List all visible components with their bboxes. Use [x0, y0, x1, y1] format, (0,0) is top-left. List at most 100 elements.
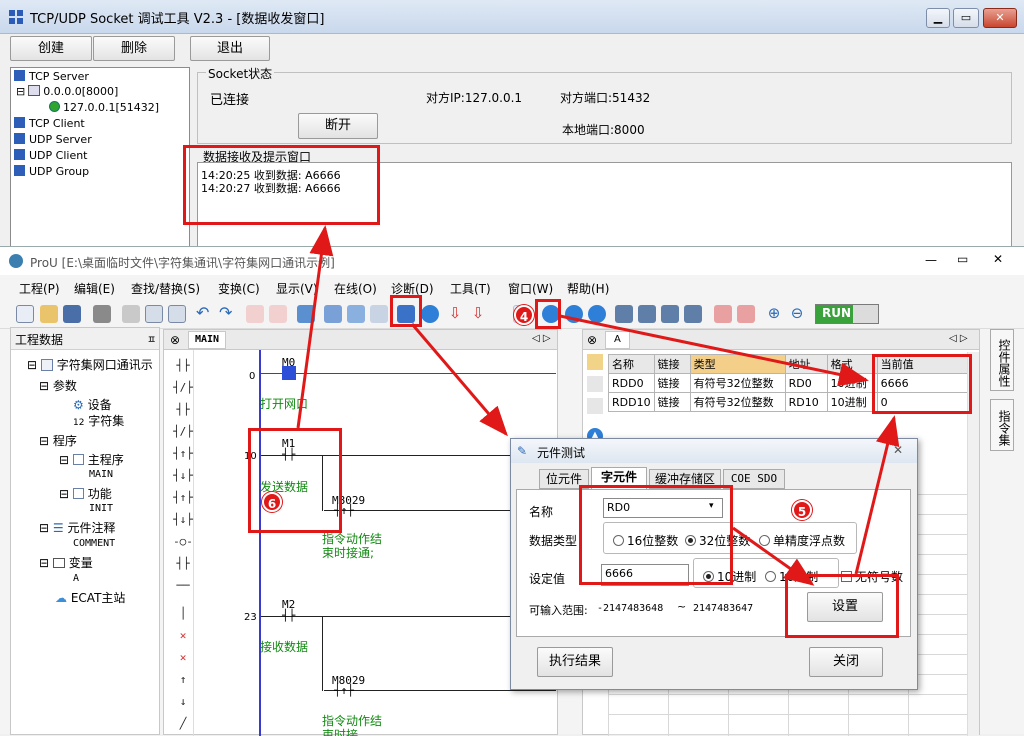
parallel-rise-icon[interactable]: ┤↑├: [172, 491, 194, 504]
tree-item-udp-group[interactable]: UDP Group: [14, 165, 89, 178]
tree-function[interactable]: ⊟ 功能: [59, 485, 112, 502]
tab-control-properties[interactable]: 控件属性: [990, 329, 1014, 391]
run-stop-switch[interactable]: RUN: [815, 304, 879, 324]
rung-delete-icon[interactable]: [638, 305, 656, 323]
redo-icon[interactable]: ↷: [219, 305, 237, 323]
cut-icon[interactable]: [122, 305, 140, 323]
refresh-icon[interactable]: [588, 305, 606, 323]
transfer-icon[interactable]: [297, 305, 315, 323]
tree-ecat[interactable]: ☁ ECAT主站: [55, 589, 125, 606]
tab-monitor-a[interactable]: A: [605, 331, 630, 349]
close-icon[interactable]: ⊗: [170, 333, 180, 347]
undo-icon[interactable]: ↶: [196, 305, 214, 323]
radio-float[interactable]: 单精度浮点数: [759, 532, 845, 549]
block-edit-icon[interactable]: [737, 305, 755, 323]
pin-icon[interactable]: ㅍ: [147, 331, 156, 346]
close-icon[interactable]: ✕: [893, 443, 903, 457]
stop-icon[interactable]: [565, 305, 583, 323]
tree-item-udp-client[interactable]: UDP Client: [14, 149, 88, 162]
maximize-button[interactable]: ▭: [957, 252, 968, 266]
menu-project[interactable]: 工程(P): [19, 280, 60, 297]
no-contact-icon[interactable]: ┤├: [172, 359, 194, 372]
pause-icon[interactable]: [421, 305, 439, 323]
tree-item-udp-server[interactable]: UDP Server: [14, 133, 92, 146]
fall-icon[interactable]: ↓: [172, 695, 194, 708]
device-search-icon[interactable]: [246, 305, 264, 323]
parallel-nc-icon[interactable]: ┤/├: [172, 425, 194, 438]
tree-charset[interactable]: 12 字符集: [73, 412, 124, 429]
close-icon[interactable]: ⊗: [587, 333, 597, 347]
tree-item-client-conn[interactable]: 127.0.0.1[51432]: [49, 101, 159, 114]
upload-icon[interactable]: ⇩: [469, 305, 487, 323]
zoom-in-icon[interactable]: ⊕: [765, 305, 783, 323]
window-icon[interactable]: [370, 305, 388, 323]
parallel-fall-icon[interactable]: ┤↓├: [172, 513, 194, 526]
tab-main[interactable]: MAIN: [188, 331, 227, 349]
menu-view[interactable]: 显示(V): [276, 280, 318, 297]
menu-online[interactable]: 在线(O): [334, 280, 377, 297]
print-icon[interactable]: [93, 305, 111, 323]
tab-scroll-icon[interactable]: ◁ ▷: [949, 333, 968, 344]
parallel-contact-icon[interactable]: ┤├: [172, 403, 194, 416]
replace-icon[interactable]: [269, 305, 287, 323]
tree-item-tcp-client[interactable]: TCP Client: [14, 117, 85, 130]
column-insert-icon[interactable]: [661, 305, 679, 323]
layout-icon[interactable]: [347, 305, 365, 323]
exec-result-button[interactable]: 执行结果: [537, 647, 613, 677]
delete-button[interactable]: 删除: [93, 36, 175, 61]
compile-icon[interactable]: [324, 305, 342, 323]
menu-find[interactable]: 查找/替换(S): [131, 280, 200, 297]
instruction-icon[interactable]: ┤├: [172, 557, 194, 570]
tree-var-a[interactable]: A: [73, 573, 79, 584]
tree-variable[interactable]: ⊟ 变量: [39, 554, 93, 571]
contact-m0[interactable]: [282, 366, 296, 380]
close-button[interactable]: 关闭: [809, 647, 883, 677]
open-icon[interactable]: [40, 305, 58, 323]
minimize-button[interactable]: —: [925, 253, 937, 267]
tree-element-comment[interactable]: ⊟ ☰ 元件注释: [39, 519, 115, 536]
delete-vline-icon[interactable]: ✕: [172, 651, 194, 664]
hline-icon[interactable]: ──: [172, 579, 194, 592]
close-button[interactable]: ✕: [993, 252, 1003, 266]
minimize-button[interactable]: ▁: [926, 8, 950, 28]
vline-icon[interactable]: │: [172, 607, 194, 620]
delete-icon[interactable]: [587, 376, 603, 392]
tree-params[interactable]: ⊟ 参数: [39, 377, 77, 394]
maximize-button[interactable]: ▭: [953, 8, 979, 28]
tree-main[interactable]: MAIN: [89, 469, 113, 480]
tree-device[interactable]: ⚙ 设备: [73, 396, 112, 413]
menu-window[interactable]: 窗口(W): [508, 280, 553, 297]
exit-button[interactable]: 退出: [190, 36, 270, 61]
contact-m2[interactable]: ┤├: [282, 609, 295, 622]
tab-scroll-icon[interactable]: ◁ ▷: [532, 333, 551, 344]
coil-icon[interactable]: -○-: [172, 535, 194, 548]
create-button[interactable]: 创建: [10, 36, 92, 61]
new-icon[interactable]: [16, 305, 34, 323]
nc-contact-icon[interactable]: ┤/├: [172, 381, 194, 394]
tree-item-server-addr[interactable]: ⊟ 0.0.0.0[8000]: [16, 85, 118, 98]
tree-init[interactable]: INIT: [89, 503, 113, 514]
rise-icon[interactable]: ↑: [172, 673, 194, 686]
tree-item-tcp-server[interactable]: TCP Server: [14, 70, 89, 83]
delete-hline-icon[interactable]: ✕: [172, 629, 194, 642]
paste-icon[interactable]: [168, 305, 186, 323]
column-delete-icon[interactable]: [684, 305, 702, 323]
menu-tools[interactable]: 工具(T): [450, 280, 491, 297]
copy-icon[interactable]: [145, 305, 163, 323]
tab-instruction-set[interactable]: 指令集: [990, 399, 1014, 451]
edit-icon[interactable]: [587, 398, 603, 414]
rise-contact-icon[interactable]: ┤↑├: [172, 447, 194, 460]
menu-help[interactable]: 帮助(H): [567, 280, 609, 297]
zoom-out-icon[interactable]: ⊖: [788, 305, 806, 323]
tree-comment[interactable]: COMMENT: [73, 538, 115, 549]
contact-m8029[interactable]: ┤↑├: [334, 684, 354, 697]
download-icon[interactable]: ⇩: [446, 305, 464, 323]
rung-insert-icon[interactable]: [615, 305, 633, 323]
tree-main-program[interactable]: ⊟ 主程序: [59, 451, 124, 468]
disconnect-button[interactable]: 断开: [298, 113, 378, 139]
close-button[interactable]: ✕: [983, 8, 1017, 28]
invert-icon[interactable]: ╱: [172, 717, 194, 730]
fall-contact-icon[interactable]: ┤↓├: [172, 469, 194, 482]
block-icon[interactable]: [714, 305, 732, 323]
save-icon[interactable]: [63, 305, 81, 323]
